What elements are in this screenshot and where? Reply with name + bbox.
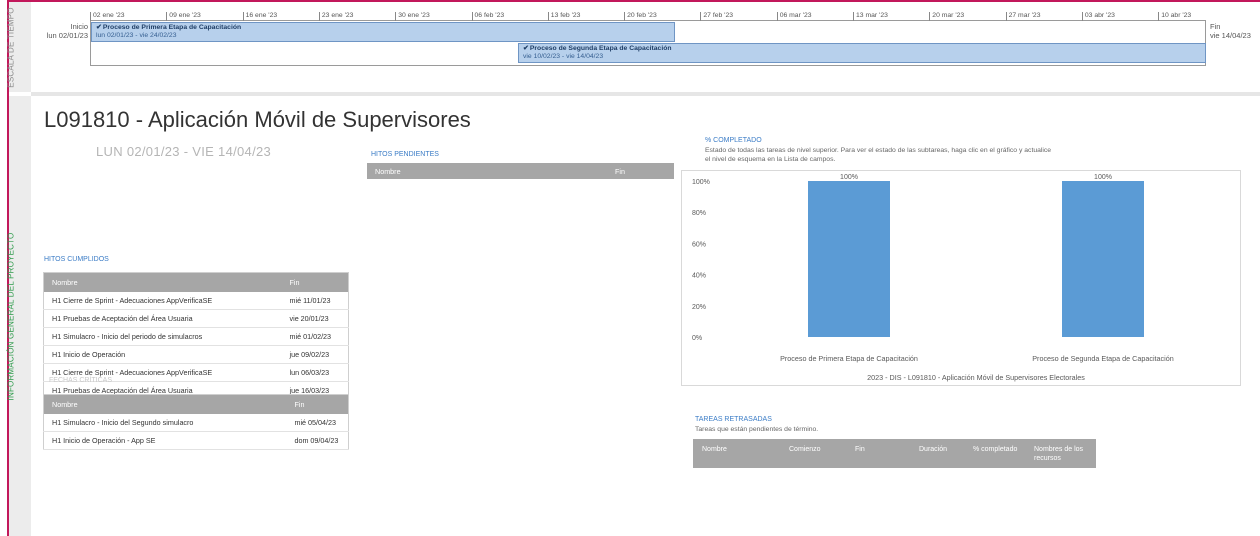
timeline-bar-name: Proceso de Primera Etapa de Capacitación [102,24,242,31]
completado-label: % COMPLETADO [705,137,762,144]
column-header-duracion[interactable]: Duración [919,445,947,454]
tareas-retrasadas-description: Tareas que están pendientes de término. [695,426,819,433]
timeline-bar-segunda-etapa[interactable]: ✔Proceso de Segunda Etapa de Capacitació… [518,43,1206,63]
timeline-date-scale: 02 ene '23 09 ene '23 16 ene '23 23 ene '23… [90,12,1206,21]
x-axis-label: 2023 - DIS - L091810 - Aplicación Móvil … [867,373,1085,382]
x-tick-label: Proceso de Segunda Etapa de Capacitación [1032,354,1173,363]
y-tick-label: 100% [692,179,710,186]
timeline-start-label: Inicio [70,22,88,31]
tareas-retrasadas-label: TAREAS RETRASADAS [695,416,772,423]
cell-nombre: H1 Cierre de Sprint - Adecuaciones AppVe… [43,291,282,310]
y-tick-label: 20% [692,304,706,311]
timeline-end: Fin vie 14/04/23 [1210,22,1260,40]
timeline-date-tick: 10 abr '23 [1158,12,1191,21]
timeline-date-tick: 09 ene '23 [166,12,201,21]
column-header-fin[interactable]: Fin [607,163,674,179]
hitos-pendientes-label: HITOS PENDIENTES [371,151,439,158]
timeline-bar-range: vie 10/02/23 - vie 14/04/23 [523,53,604,60]
timeline-date-tick: 23 ene '23 [318,12,353,21]
timeline-date-tick: 16 ene '23 [242,12,277,21]
frame-top-border [7,0,1260,2]
chart-bar[interactable] [808,181,890,337]
cell-fin: mié 01/02/23 [281,327,349,346]
table-row[interactable]: H1 Simulacro - Inicio del periodo de sim… [43,327,349,346]
column-header-nombre[interactable]: Nombre [702,445,727,454]
fechas-criticas-label: FECHAS CRÍTICAS [49,377,113,384]
column-header-nombre[interactable]: Nombre [43,394,287,414]
timeline-date-tick: 02 ene '23 [90,12,125,21]
y-tick-label: 0% [692,335,702,342]
timeline-date-tick: 03 abr '23 [1081,12,1115,21]
tareas-retrasadas-table[interactable]: Nombre Comienzo Fin Duración % completad… [693,439,1096,468]
timeline-start: Inicio lun 02/01/23 [40,22,88,40]
page-title: L091810 - Aplicación Móvil de Supervisor… [44,107,471,132]
timeline-date-tick: 20 feb '23 [624,12,657,21]
project-dates: LUN 02/01/23 - VIE 14/04/23 [96,144,272,159]
timeline-end-date: vie 14/04/23 [1210,31,1251,40]
cell-fin: vie 20/01/23 [281,309,349,328]
column-header-nombre[interactable]: Nombre [43,272,282,292]
y-tick-label: 80% [692,210,706,217]
timeline-bar-range: lun 02/01/23 - vie 24/02/23 [96,32,177,39]
timeline-date-tick: 27 feb '23 [700,12,733,21]
column-header-fin[interactable]: Fin [286,394,349,414]
timeline-side-label: ESCALA DE TIEMPO [6,6,16,88]
timeline-date-tick: 20 mar '23 [929,12,964,21]
timeline-date-tick: 06 mar '23 [776,12,812,21]
y-tick-label: 60% [692,241,706,248]
completado-description: Estado de todas las tareas de nivel supe… [705,147,1052,163]
cell-fin: jue 09/02/23 [281,345,349,364]
completado-chart[interactable]: 0% 20% 40% 60% 80% 100% 100% Proceso de Primera… [681,170,1241,386]
column-header-recursos[interactable]: Nombres de los recursos [1034,445,1084,463]
cell-nombre: H1 Inicio de Operación - App SE [43,431,287,450]
cell-fin: lun 06/03/23 [281,363,349,382]
cell-nombre: H1 Simulacro - Inicio del Segundo simula… [43,413,287,432]
table-row[interactable]: H1 Simulacro - Inicio del Segundo simula… [43,413,349,432]
table-row[interactable]: H1 Inicio de Operación jue 09/02/23 [43,345,349,364]
check-icon: ✔ [523,45,529,52]
cell-nombre: H1 Simulacro - Inicio del periodo de sim… [43,327,282,346]
table-row[interactable]: H1 Inicio de Operación - App SE dom 09/04… [43,431,349,450]
cell-nombre: H1 Pruebas de Aceptación del Área Usuari… [43,309,282,328]
section-separator [31,92,1260,96]
cell-fin: mié 05/04/23 [286,413,349,432]
check-icon: ✔ [96,24,102,31]
timeline-date-tick: 13 feb '23 [547,12,580,21]
column-header-completado[interactable]: % completado [973,445,1023,454]
timeline-bar-name: Proceso de Segunda Etapa de Capacitación [529,45,672,52]
chart-svg: 0% 20% 40% 60% 80% 100% 100% Proceso de Primera… [692,174,1174,382]
timeline-bar-primera-etapa[interactable]: ✔Proceso de Primera Etapa de Capacitació… [91,22,675,42]
column-header-nombre[interactable]: Nombre [367,163,607,179]
y-tick-label: 40% [692,273,706,280]
column-header-comienzo[interactable]: Comienzo [789,445,821,454]
data-label: 100% [1094,174,1112,181]
fechas-criticas-table[interactable]: Nombre Fin H1 Simulacro - Inicio del Seg… [43,394,349,450]
timeline-end-label: Fin [1210,22,1221,31]
timeline-date-tick: 30 ene '23 [395,12,430,21]
cell-fin: dom 09/04/23 [286,431,349,450]
timeline-date-tick: 27 mar '23 [1005,12,1041,21]
cell-nombre: H1 Inicio de Operación [43,345,282,364]
chart-bar[interactable] [1062,181,1144,337]
table-row[interactable]: H1 Cierre de Sprint - Adecuaciones AppVe… [43,291,349,310]
data-label: 100% [840,174,858,181]
timeline-start-date: lun 02/01/23 [46,31,88,40]
cell-fin: mié 11/01/23 [281,291,349,310]
project-side-label: INFORMACIÓN GENERAL DEL PROYECTO [6,232,16,400]
table-row[interactable]: H1 Pruebas de Aceptación del Área Usuari… [43,309,349,328]
hitos-cumplidos-label: HITOS CUMPLIDOS [44,256,109,263]
hitos-pendientes-table[interactable]: Nombre Fin [367,163,674,179]
column-header-fin[interactable]: Fin [281,272,349,292]
column-header-fin[interactable]: Fin [855,445,865,454]
x-tick-label: Proceso de Primera Etapa de Capacitación [780,354,918,363]
timeline-date-tick: 06 feb '23 [471,12,504,21]
timeline-date-tick: 13 mar '23 [853,12,888,21]
